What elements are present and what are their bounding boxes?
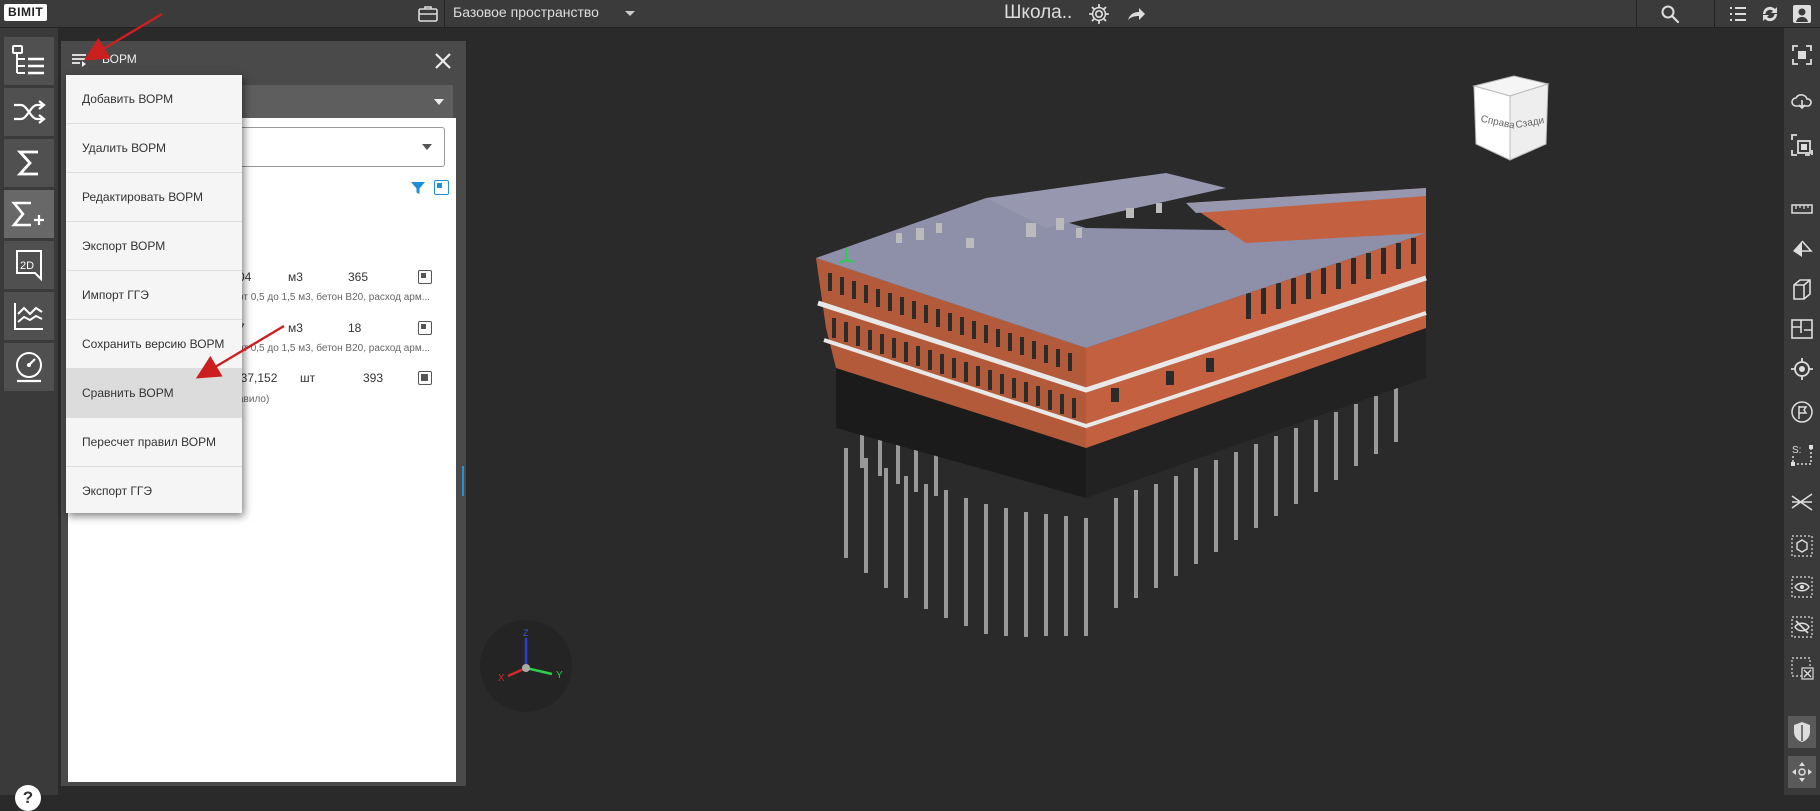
row-3-count: 393 [363, 371, 384, 385]
menu-item-compare-vorm[interactable]: Сравнить ВОРМ [66, 369, 242, 418]
sync-icon[interactable] [1756, 0, 1784, 28]
workspace-selector[interactable]: Базовое пространство [453, 0, 599, 28]
list-icon[interactable] [1724, 0, 1752, 28]
help-button[interactable]: ? [15, 785, 41, 811]
row-3-select-icon[interactable] [418, 371, 432, 385]
project-title: Школа.. [1004, 2, 1073, 23]
user-icon[interactable] [1788, 0, 1816, 28]
sigma-icon[interactable] [4, 139, 54, 187]
axis-y-label: Y [556, 670, 563, 681]
share-icon[interactable] [1122, 0, 1150, 28]
left-toolbar: 2D ? [0, 28, 58, 811]
axis-z-label: Z [523, 628, 529, 638]
target-icon[interactable] [1788, 353, 1816, 385]
move-icon[interactable] [1788, 756, 1816, 788]
3d-viewport[interactable]: Справа Сзади Z Y X [466, 28, 1782, 795]
chevron-down-icon [434, 99, 444, 105]
building-model[interactable] [466, 28, 1782, 795]
menu-item-export-gge[interactable]: Экспорт ГГЭ [66, 467, 242, 516]
panel-title: ВОРМ [102, 52, 137, 66]
row-2-note: от 0,5 до 1,5 м3, бетон В20, расход арм.… [238, 343, 431, 354]
focus-icon[interactable] [1788, 129, 1816, 161]
gear-icon[interactable] [1085, 0, 1113, 28]
sigma-plus-icon[interactable] [4, 190, 54, 238]
axis-x-label: X [498, 673, 505, 684]
chevron-down-icon [422, 144, 432, 150]
cube-outline-icon[interactable] [1788, 530, 1816, 562]
svg-text:S:: S: [1792, 445, 1801, 456]
row-2-unit: м3 [288, 321, 303, 335]
top-bar: BIMIT Базовое пространство Школа.. [0, 0, 1820, 28]
section-plane-icon[interactable] [1788, 233, 1816, 265]
chevron-down-icon[interactable] [622, 5, 638, 21]
row-2-count: 18 [348, 321, 362, 335]
chart-line-icon[interactable] [4, 292, 54, 340]
panel-menu-button[interactable] [69, 49, 91, 71]
cross-section-icon[interactable] [1788, 486, 1816, 518]
axis-triad[interactable]: Z Y X [478, 618, 574, 714]
floor-plan-icon[interactable] [1788, 313, 1816, 345]
filter-icon[interactable] [410, 180, 426, 201]
flag-icon[interactable] [1788, 396, 1816, 428]
hide-box-icon[interactable] [1788, 652, 1816, 684]
menu-item-save-version[interactable]: Сохранить версию ВОРМ [66, 320, 242, 369]
eye-off-icon[interactable] [1788, 611, 1816, 643]
row-3-note: авило) [238, 394, 270, 405]
cloud-icon[interactable] [1788, 84, 1816, 116]
select-all-icon[interactable] [434, 180, 449, 195]
section-box-icon[interactable] [1788, 273, 1816, 305]
shield-icon[interactable] [1788, 716, 1816, 748]
shuffle-icon[interactable] [4, 88, 54, 136]
app-logo[interactable]: BIMIT [4, 4, 48, 21]
fit-view-icon[interactable] [1788, 39, 1816, 71]
vorm-actions-menu: Добавить ВОРМ Удалить ВОРМ Редактировать… [66, 75, 242, 513]
briefcase-icon[interactable] [414, 0, 442, 28]
nav-cube[interactable]: Справа Сзади [1466, 68, 1556, 168]
model-tree-icon[interactable] [4, 37, 54, 85]
menu-item-recalc-rules[interactable]: Пересчет правил ВОРМ [66, 418, 242, 467]
right-toolbar: S: [1784, 28, 1820, 795]
2d-label: 2D [20, 260, 34, 272]
dimension-icon[interactable]: S: [1788, 438, 1816, 470]
eye-icon[interactable] [1788, 571, 1816, 603]
2d-icon[interactable]: 2D [4, 241, 54, 289]
row-1-count: 365 [348, 270, 369, 284]
menu-item-import-gge[interactable]: Импорт ГГЭ [66, 271, 242, 320]
menu-icon [72, 54, 86, 67]
gauge-icon[interactable] [4, 343, 54, 391]
menu-item-export-vorm[interactable]: Экспорт ВОРМ [66, 222, 242, 271]
row-1-note: от 0,5 до 1,5 м3, бетон В20, расход арм.… [238, 292, 431, 303]
row-1-select-icon[interactable] [418, 270, 432, 284]
menu-item-edit-vorm[interactable]: Редактировать ВОРМ [66, 173, 242, 222]
row-3-unit: шт [300, 371, 316, 385]
panel-resize-handle[interactable] [462, 466, 464, 496]
menu-item-delete-vorm[interactable]: Удалить ВОРМ [66, 124, 242, 173]
search-icon[interactable] [1656, 0, 1684, 28]
row-2-select-icon[interactable] [418, 321, 432, 335]
menu-item-add-vorm[interactable]: Добавить ВОРМ [66, 75, 242, 124]
close-icon[interactable] [431, 49, 455, 73]
row-1-unit: м3 [288, 270, 303, 284]
ruler-icon[interactable] [1788, 193, 1816, 225]
